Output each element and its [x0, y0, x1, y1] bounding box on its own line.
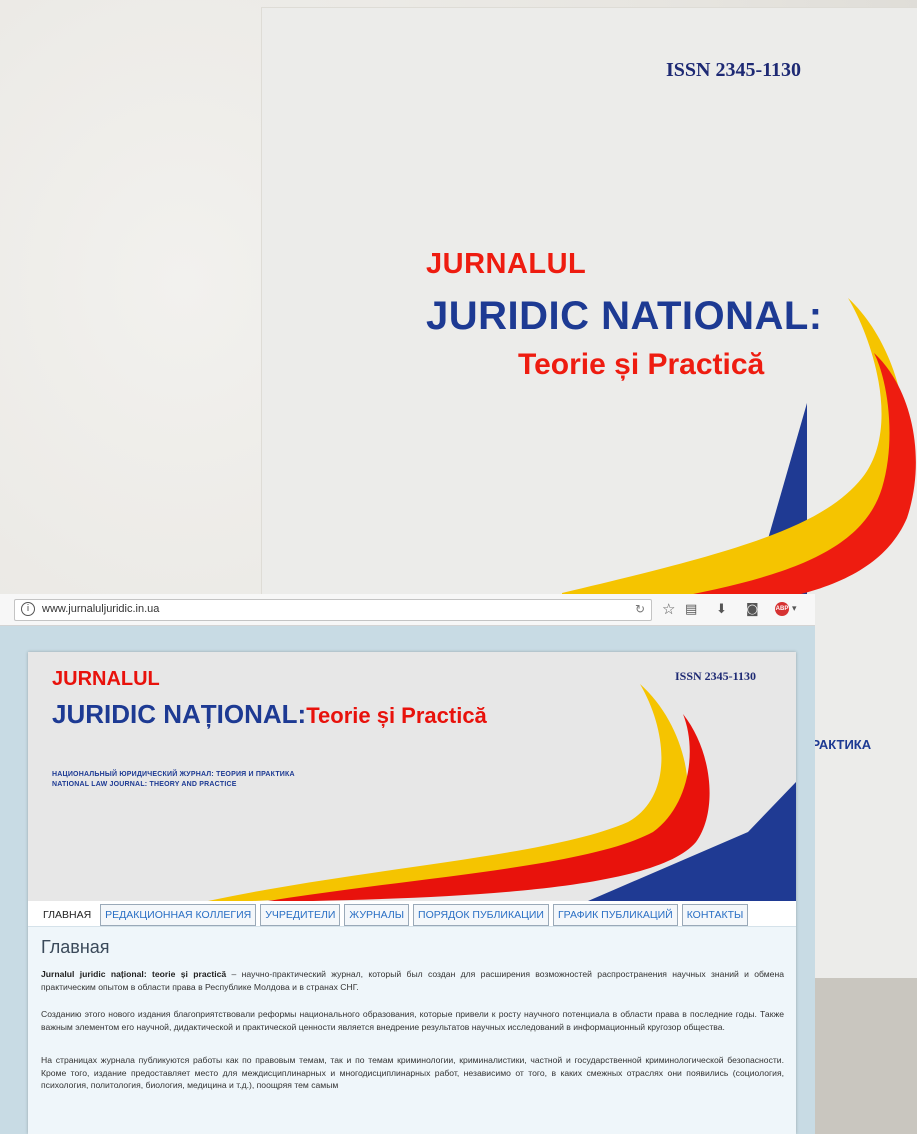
- reload-icon[interactable]: ↻: [635, 602, 645, 616]
- site-subtitle-en: NATIONAL LAW JOURNAL: THEORY AND PRACTIC…: [52, 781, 237, 788]
- tab-publication-procedure[interactable]: ПОРЯДОК ПУБЛИКАЦИИ: [413, 904, 549, 926]
- info-icon[interactable]: i: [21, 602, 35, 616]
- tab-publication-schedule[interactable]: ГРАФИК ПУБЛИКАЦИЙ: [552, 904, 678, 926]
- tab-founders[interactable]: УЧРЕДИТЕЛИ: [260, 904, 341, 926]
- site-title-accent: Teorie și Practică: [306, 703, 487, 728]
- site-title-jurnalul: JURNALUL: [52, 668, 160, 690]
- adblock-icon[interactable]: ABP: [775, 602, 789, 616]
- browser-window: i www.jurnaluljuridic.in.ua ↻ ☆ ▤ ⬇ ◙ AB…: [0, 594, 815, 1134]
- topics-paragraph: На страницах журнала публикуются работы …: [41, 1055, 784, 1090]
- cover-title-line1: JURNALUL: [426, 248, 587, 280]
- website-page: JURNALUL JURIDIC NAȚIONAL:Teorie și Prac…: [28, 652, 796, 1134]
- cover-issn: ISSN 2345-1130: [666, 59, 802, 81]
- tab-contacts[interactable]: КОНТАКТЫ: [681, 904, 749, 926]
- page-title: Главная: [41, 937, 110, 957]
- intro-paragraph: Jurnalul juridic național: teorie și pra…: [41, 968, 784, 993]
- tab-journals[interactable]: ЖУРНАЛЫ: [344, 904, 410, 926]
- site-title-main: JURIDIC NAȚIONAL:: [52, 699, 307, 729]
- address-bar-url[interactable]: www.jurnaluljuridic.in.ua: [42, 603, 159, 615]
- site-title: JURIDIC NAȚIONAL:Teorie și Practică: [52, 699, 487, 730]
- site-issn: ISSN 2345-1130: [675, 669, 757, 683]
- site-header: JURNALUL JURIDIC NAȚIONAL:Teorie și Prac…: [28, 652, 796, 901]
- site-subtitle-ru: НАЦИОНАЛЬНЫЙ ЮРИДИЧЕСКИЙ ЖУРНАЛ: ТЕОРИЯ …: [52, 771, 295, 778]
- journal-name-bold: Jurnalul juridic național: teorie și pra…: [41, 969, 227, 979]
- main-nav: ГЛАВНАЯ РЕДАКЦИОННАЯ КОЛЛЕГИЯ УЧРЕДИТЕЛИ…: [38, 903, 752, 926]
- main-content: Главная Jurnalul juridic național: teori…: [28, 926, 796, 1134]
- tab-home[interactable]: ГЛАВНАЯ: [38, 904, 97, 926]
- pocket-icon[interactable]: ◙: [746, 602, 759, 617]
- tab-editorial-board[interactable]: РЕДАКЦИОННАЯ КОЛЛЕГИЯ: [100, 904, 257, 926]
- address-bar[interactable]: i www.jurnaluljuridic.in.ua ↻: [14, 599, 652, 621]
- cover-title-line3: Teorie și Practică: [518, 348, 765, 381]
- cover-title-line2: JURIDIC NATIONAL:: [426, 294, 823, 338]
- browser-toolbar: i www.jurnaluljuridic.in.ua ↻ ☆ ▤ ⬇ ◙ AB…: [0, 594, 815, 626]
- reforms-paragraph: Созданию этого нового издания благоприят…: [41, 1009, 784, 1032]
- star-icon[interactable]: ☆: [662, 600, 675, 618]
- chevron-down-icon[interactable]: ▾: [792, 604, 797, 614]
- reading-list-icon[interactable]: ▤: [685, 602, 697, 617]
- download-icon[interactable]: ⬇: [716, 602, 727, 617]
